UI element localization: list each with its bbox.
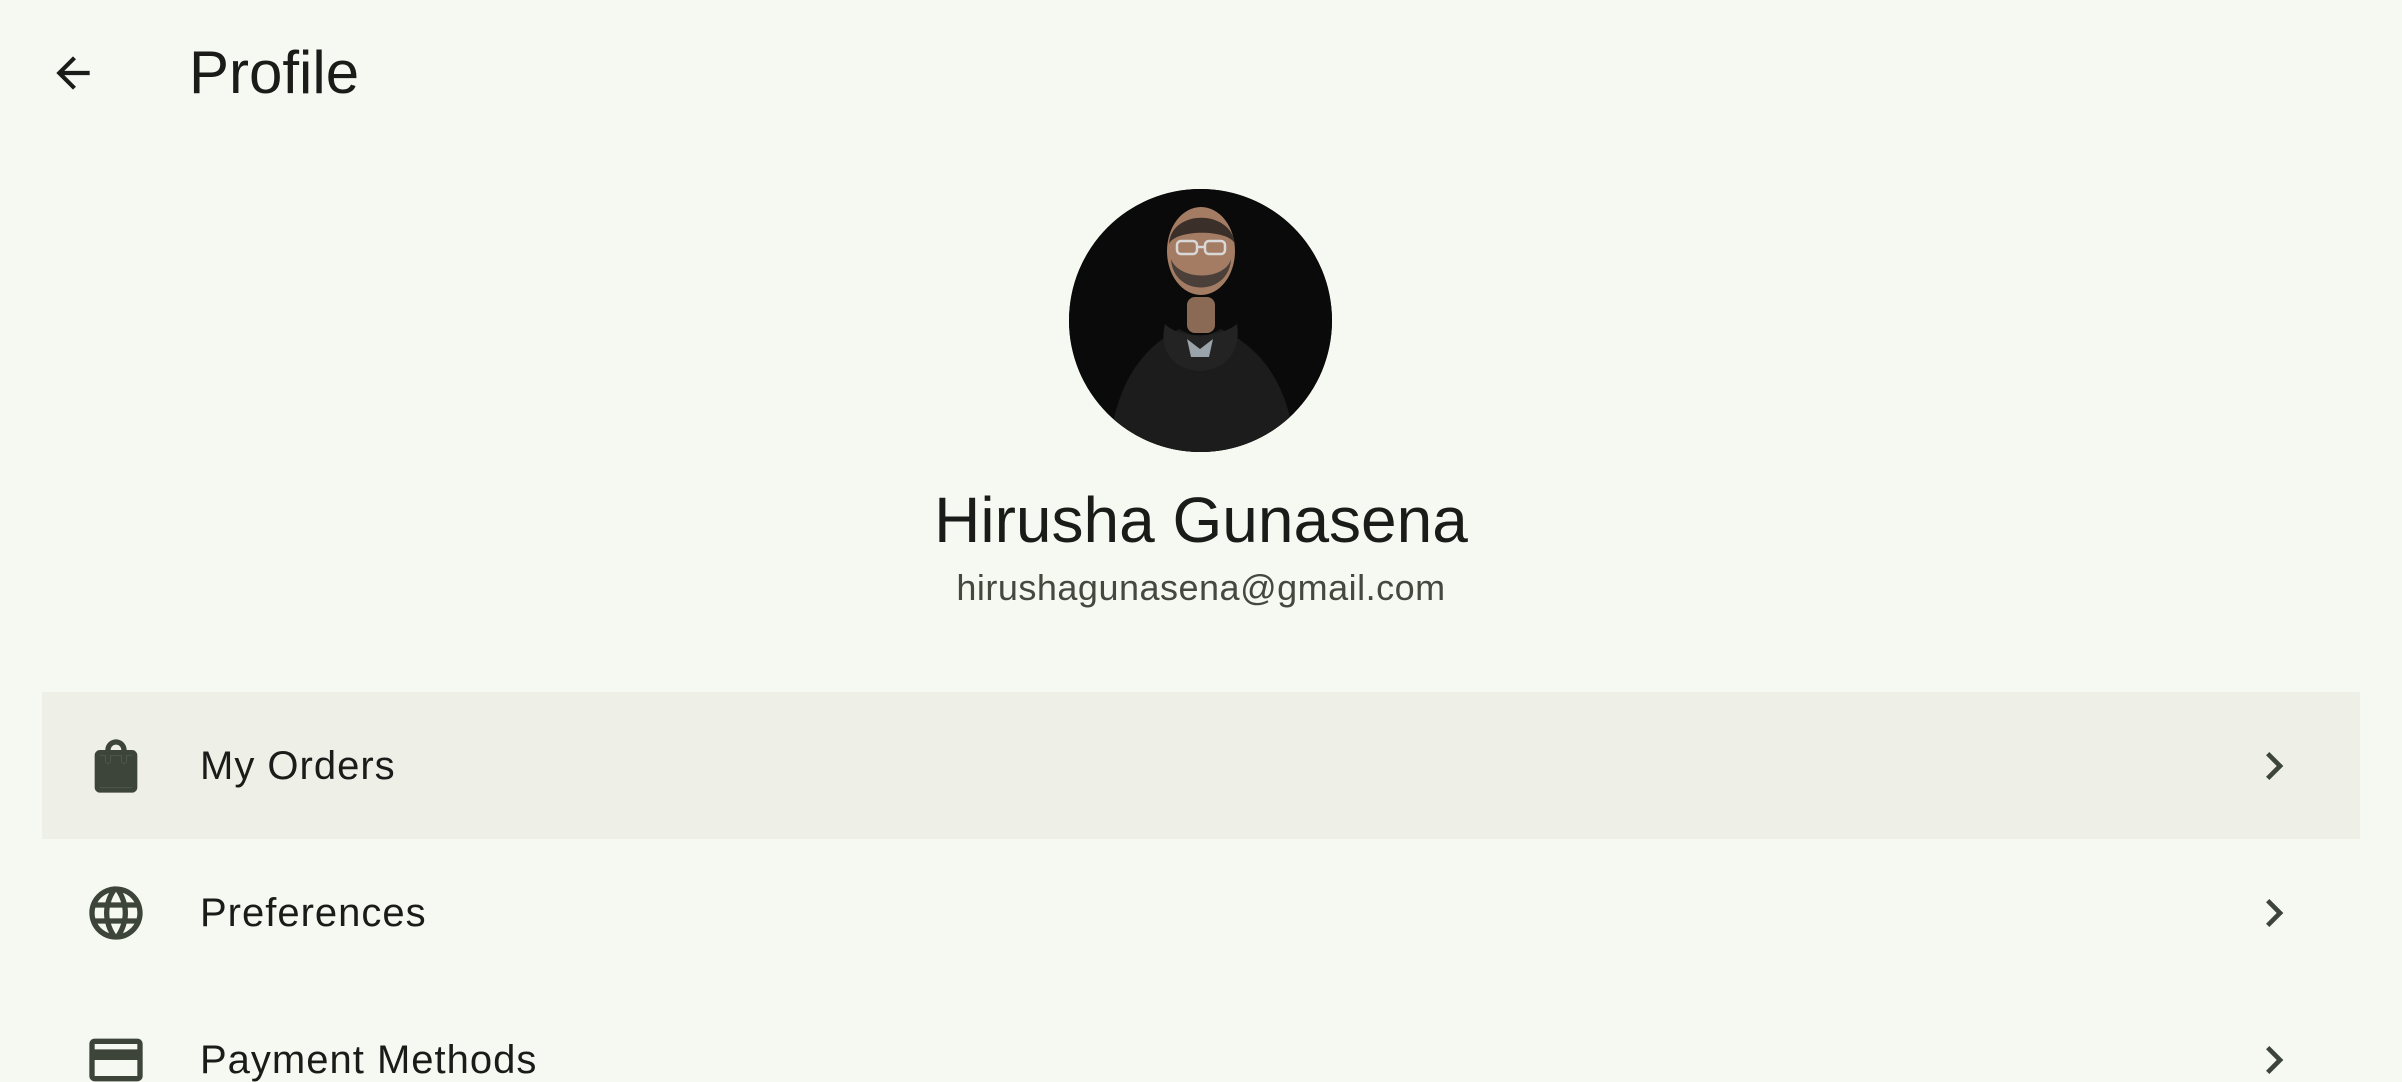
menu-item-label: Payment Methods [200, 1038, 538, 1082]
user-avatar-photo [1069, 189, 1332, 452]
arrow-back-icon [56, 56, 90, 90]
credit-card-icon [89, 1038, 143, 1082]
menu-item-chevron [2246, 738, 2302, 794]
top-app-bar: Profile [0, 0, 2402, 146]
menu-item-payment-methods[interactable]: Payment Methods [42, 986, 2360, 1082]
chevron-right-icon [2266, 1046, 2284, 1074]
menu-item-icon [84, 734, 148, 798]
profile-screen: Profile Hirusha Gunasena hirushagunasena… [0, 0, 2402, 1082]
chevron-right-icon [2266, 899, 2284, 927]
menu-item-preferences[interactable]: Preferences [42, 839, 2360, 986]
page-title: Profile [189, 39, 360, 106]
menu-item-chevron [2246, 1032, 2302, 1082]
back-button[interactable] [36, 36, 110, 110]
menu-item-chevron [2246, 885, 2302, 941]
globe-icon [89, 886, 143, 940]
menu-item-label: My Orders [200, 744, 396, 788]
avatar[interactable] [1069, 189, 1332, 452]
menu-item-label: Preferences [200, 891, 427, 935]
user-email: hirushagunasena@gmail.com [956, 567, 1446, 608]
menu-item-my-orders[interactable]: My Orders [42, 692, 2360, 839]
profile-menu: My Orders Preferences Payment Methods [42, 692, 2360, 1082]
chevron-right-icon [2266, 752, 2284, 780]
user-name: Hirusha Gunasena [934, 484, 1468, 556]
menu-item-icon [84, 1028, 148, 1082]
menu-item-icon [84, 881, 148, 945]
shopping-bag-icon [94, 739, 138, 793]
